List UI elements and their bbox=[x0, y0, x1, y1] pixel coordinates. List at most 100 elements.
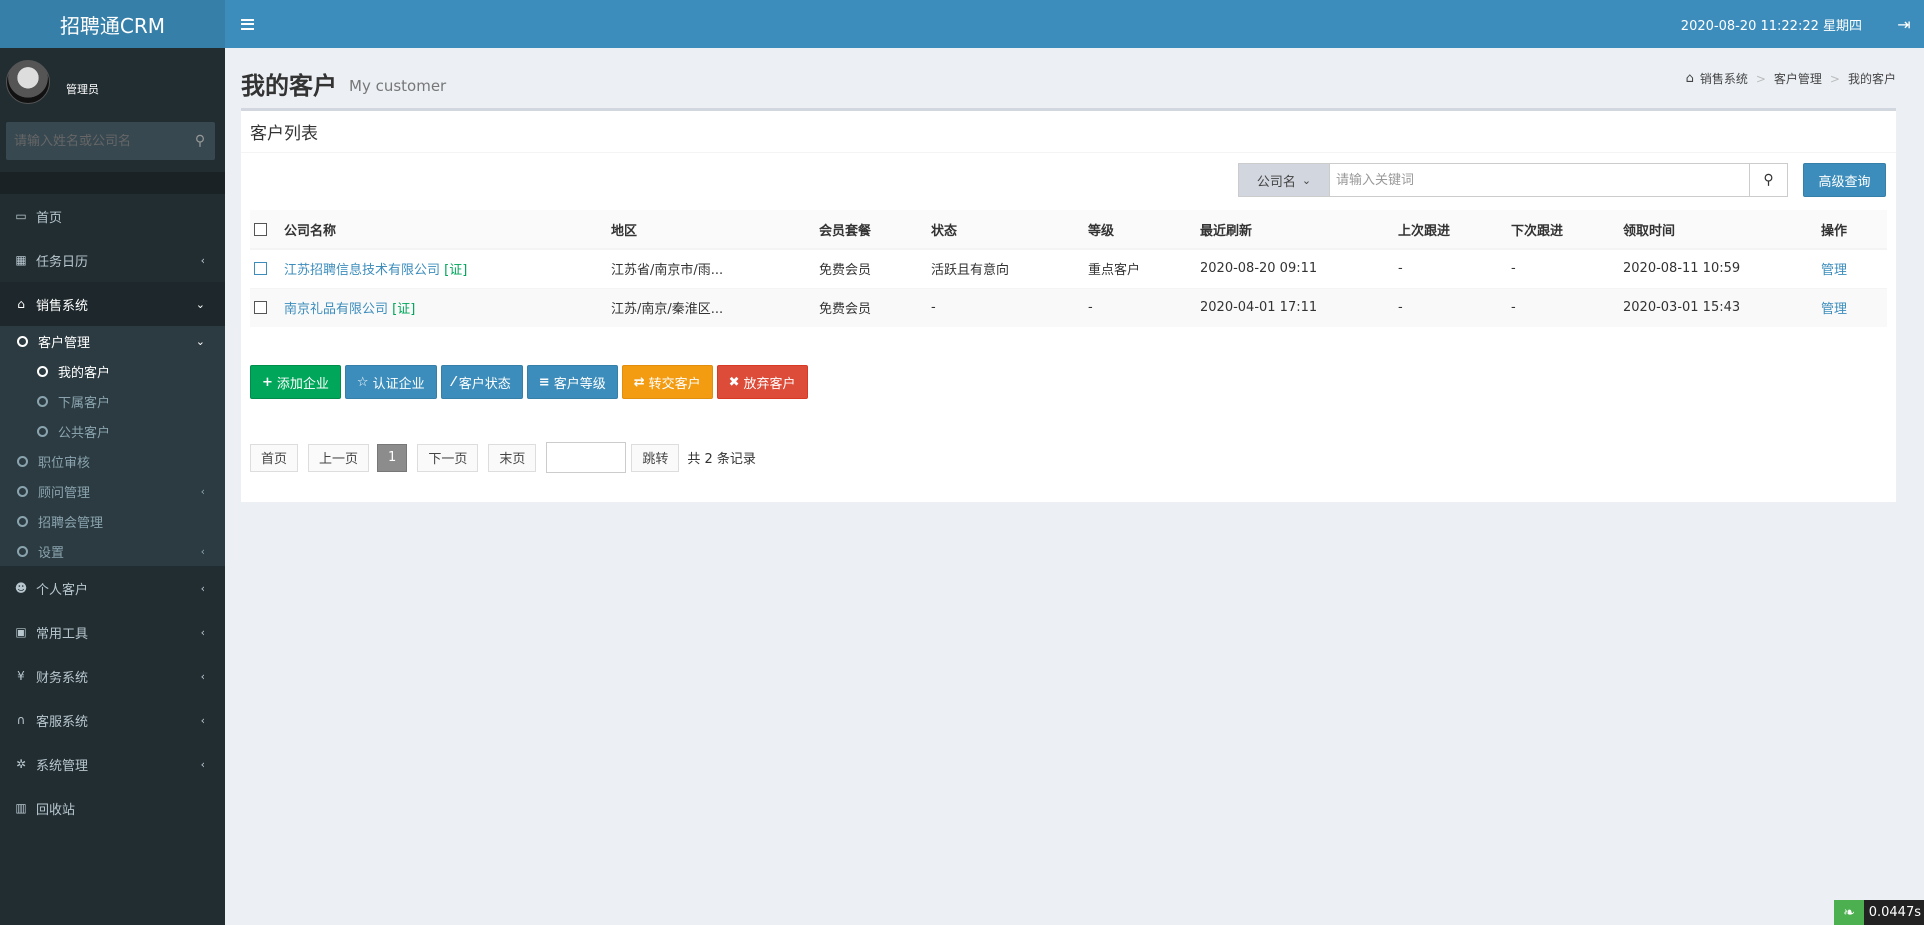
breadcrumb-item-customer-mgmt[interactable]: 客户管理 bbox=[1774, 70, 1822, 87]
circle-icon bbox=[37, 365, 48, 377]
app-logo[interactable]: 招聘通CRM bbox=[0, 0, 225, 48]
prev-page-button[interactable]: 上一页 bbox=[308, 443, 370, 472]
sidebar-item-label: 下属客户 bbox=[58, 395, 111, 411]
row-checkbox[interactable] bbox=[254, 262, 267, 276]
circle-icon bbox=[37, 425, 48, 437]
button-label: 客户等级 bbox=[553, 376, 606, 392]
jump-button[interactable]: 跳转 bbox=[631, 443, 680, 472]
sidebar-item-system[interactable]: ✲ 系统管理 ‹ bbox=[0, 742, 225, 786]
calendar-icon: ▦ bbox=[15, 253, 27, 267]
sidebar-search-input[interactable] bbox=[6, 133, 185, 149]
last-followup-cell: - bbox=[1394, 287, 1507, 327]
add-company-button[interactable]: + 添加企业 bbox=[250, 365, 341, 399]
sales-submenu: 客户管理 ⌄ 我的客户 下属客户 公共客户 职位审核 顾问管理 ‹ 招聘会管理 设置… bbox=[0, 326, 225, 566]
current-page[interactable]: 1 bbox=[377, 443, 408, 472]
avatar bbox=[6, 60, 50, 104]
sidebar-item-recycle[interactable]: ▥ 回收站 bbox=[0, 786, 225, 830]
button-label: 转交客户 bbox=[648, 376, 701, 392]
column-header: 等级 bbox=[1084, 210, 1196, 250]
search-button[interactable]: ⚲ bbox=[1750, 163, 1788, 197]
column-header: 操作 bbox=[1817, 210, 1887, 250]
user-name: 管理员 bbox=[66, 83, 99, 96]
content-header: 我的客户 My customer ⌂ 销售系统 > 客户管理 > 我的客户 bbox=[241, 48, 1896, 106]
customer-level-button[interactable]: ≡ 客户等级 bbox=[526, 365, 618, 399]
last-followup-cell: - bbox=[1394, 248, 1507, 288]
sidebar-item-consultant[interactable]: 顾问管理 ‹ bbox=[0, 476, 225, 506]
first-page-button[interactable]: 首页 bbox=[250, 443, 299, 472]
company-cell: 南京礼品有限公司 [证] bbox=[280, 287, 607, 327]
user-panel: 管理员 bbox=[0, 48, 225, 116]
status-cell: 活跃且有意向 bbox=[927, 248, 1084, 288]
column-header: 状态 bbox=[927, 210, 1084, 250]
select-all-checkbox[interactable] bbox=[254, 222, 267, 236]
search-icon[interactable]: ⚲ bbox=[185, 133, 215, 149]
sidebar-item-customer-mgmt[interactable]: 客户管理 ⌄ bbox=[0, 326, 225, 356]
bulk-actions: + 添加企业 ☆ 认证企业 ⁄ 客户状态 ≡ 客户等级 ⇄ 转交客户 ✖ 放弃客户 bbox=[250, 365, 808, 399]
chevron-down-icon: ⌄ bbox=[195, 297, 205, 311]
sidebar-item-calendar[interactable]: ▦ 任务日历 ‹ bbox=[0, 238, 225, 282]
load-time: 0.0447s bbox=[1868, 905, 1921, 920]
sidebar-item-personal[interactable]: ☻ 个人客户 ‹ bbox=[0, 566, 225, 610]
sidebar-item-my-customers[interactable]: 我的客户 bbox=[0, 356, 225, 386]
keyword-input[interactable] bbox=[1330, 163, 1750, 197]
advanced-search-button[interactable]: 高级查询 bbox=[1803, 163, 1886, 197]
company-cell: 江苏招聘信息技术有限公司 [证] bbox=[280, 248, 607, 288]
certify-company-button[interactable]: ☆ 认证企业 bbox=[344, 365, 437, 399]
sidebar-item-finance[interactable]: ¥ 财务系统 ‹ bbox=[0, 654, 225, 698]
headset-icon: ∩ bbox=[16, 713, 26, 727]
breadcrumb-item-current: 我的客户 bbox=[1847, 72, 1896, 86]
circle-icon bbox=[17, 485, 28, 497]
transfer-customer-button[interactable]: ⇄ 转交客户 bbox=[621, 365, 713, 399]
sidebar-item-public-customers[interactable]: 公共客户 bbox=[0, 416, 225, 446]
sidebar-item-label: 回收站 bbox=[36, 802, 76, 818]
top-navbar: 2020-08-20 11:22:22 星期四 ⇥ bbox=[225, 0, 1924, 48]
logout-button[interactable]: ⇥ bbox=[1884, 0, 1924, 48]
sidebar-toggle-button[interactable] bbox=[225, 0, 269, 48]
company-link[interactable]: 江苏招聘信息技术有限公司 bbox=[284, 263, 440, 278]
list-icon: ≡ bbox=[538, 374, 550, 390]
sidebar-item-sales[interactable]: ⌂ 销售系统 ⌄ bbox=[0, 282, 225, 326]
sidebar-item-label: 招聘会管理 bbox=[38, 515, 104, 531]
sidebar-item-job-review[interactable]: 职位审核 bbox=[0, 446, 225, 476]
row-select-cell bbox=[250, 287, 280, 327]
manage-link[interactable]: 管理 bbox=[1821, 263, 1847, 278]
sidebar-item-job-fair[interactable]: 招聘会管理 bbox=[0, 506, 225, 536]
circle-icon bbox=[17, 455, 28, 467]
sidebar-item-settings[interactable]: 设置 ‹ bbox=[0, 536, 225, 566]
table-row: 江苏招聘信息技术有限公司 [证] 江苏省/南京市/雨... 免费会员 活跃且有意… bbox=[250, 248, 1887, 288]
breadcrumb-item-sales[interactable]: 销售系统 bbox=[1700, 70, 1748, 87]
sidebar-item-label: 首页 bbox=[36, 210, 63, 226]
region-cell: 江苏/南京/秦淮区... bbox=[607, 287, 815, 327]
sidebar-item-sub-customers[interactable]: 下属客户 bbox=[0, 386, 225, 416]
briefcase-icon: ▣ bbox=[15, 625, 27, 639]
customer-status-button[interactable]: ⁄ 客户状态 bbox=[440, 365, 523, 399]
sidebar-item-label: 常用工具 bbox=[36, 626, 89, 642]
circle-icon bbox=[17, 545, 28, 557]
page-jump-input[interactable] bbox=[546, 442, 627, 473]
close-icon: ✖ bbox=[728, 374, 740, 390]
sidebar-item-label: 设置 bbox=[38, 545, 65, 561]
certified-badge: [证] bbox=[444, 263, 468, 279]
main-content: 我的客户 My customer ⌂ 销售系统 > 客户管理 > 我的客户 客户… bbox=[225, 48, 1924, 925]
customer-table: 公司名称 地区 会员套餐 状态 等级 最近刷新 上次跟进 下次跟进 领取时间 操… bbox=[250, 210, 1887, 327]
bank-icon: ⌂ bbox=[1685, 71, 1694, 86]
manage-link[interactable]: 管理 bbox=[1821, 302, 1847, 317]
search-field-dropdown[interactable]: 公司名 ⌄ bbox=[1238, 163, 1330, 197]
search-icon: ⚲ bbox=[1763, 172, 1774, 188]
column-header: 最近刷新 bbox=[1196, 210, 1394, 250]
retweet-icon: ⇄ bbox=[633, 374, 645, 390]
row-checkbox[interactable] bbox=[254, 301, 267, 315]
level-cell: - bbox=[1084, 287, 1196, 327]
sidebar-item-home[interactable]: ▭ 首页 bbox=[0, 194, 225, 238]
sidebar-item-tools[interactable]: ▣ 常用工具 ‹ bbox=[0, 610, 225, 654]
company-link[interactable]: 南京礼品有限公司 bbox=[284, 302, 388, 317]
plan-cell: 免费会员 bbox=[815, 248, 927, 288]
last-page-button[interactable]: 末页 bbox=[488, 443, 537, 472]
next-page-button[interactable]: 下一页 bbox=[417, 443, 479, 472]
sidebar-item-service[interactable]: ∩ 客服系统 ‹ bbox=[0, 698, 225, 742]
abandon-customer-button[interactable]: ✖ 放弃客户 bbox=[716, 365, 808, 399]
level-cell: 重点客户 bbox=[1084, 248, 1196, 288]
row-select-cell bbox=[250, 248, 280, 288]
action-cell: 管理 bbox=[1817, 248, 1887, 288]
button-label: 放弃客户 bbox=[743, 376, 796, 392]
